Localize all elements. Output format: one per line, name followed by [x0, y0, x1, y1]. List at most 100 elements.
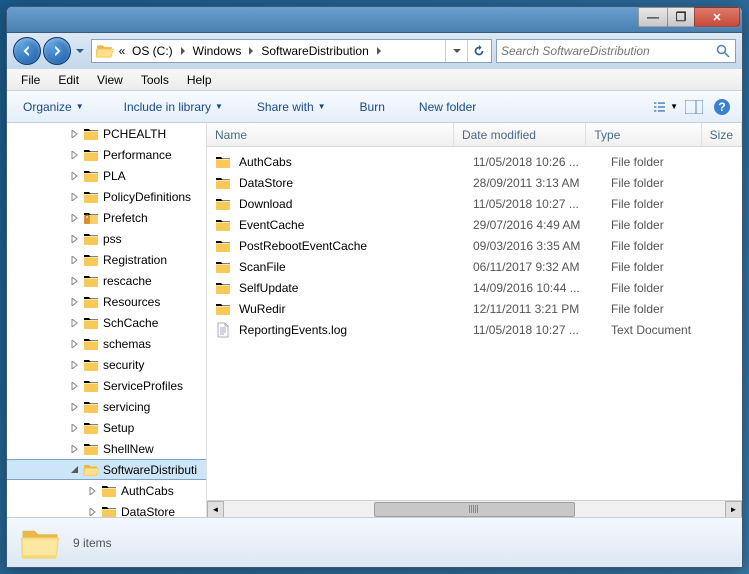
file-row[interactable]: Download11/05/2018 10:27 ...File folder: [207, 193, 742, 214]
file-row[interactable]: EventCache29/07/2016 4:49 AMFile folder: [207, 214, 742, 235]
folder-tree[interactable]: PCHEALTHPerformancePLAPolicyDefinitions P…: [7, 123, 207, 517]
address-bar[interactable]: « OS (C:) Windows SoftwareDistribution: [91, 39, 492, 63]
folder-icon: [83, 147, 99, 163]
tree-item[interactable]: servicing: [7, 396, 206, 417]
tree-item[interactable]: PCHEALTH: [7, 123, 206, 144]
file-row[interactable]: ScanFile06/11/2017 9:32 AMFile folder: [207, 256, 742, 277]
chevron-right-icon[interactable]: [373, 40, 385, 62]
expand-icon[interactable]: [69, 380, 81, 392]
expand-icon[interactable]: [69, 401, 81, 413]
maximize-button[interactable]: ❐: [667, 7, 695, 27]
refresh-button[interactable]: [467, 40, 489, 62]
burn-button[interactable]: Burn: [352, 96, 393, 118]
folder-icon: [83, 441, 99, 457]
breadcrumb-item[interactable]: SoftwareDistribution: [257, 40, 372, 62]
share-button[interactable]: Share with▼: [249, 96, 334, 118]
chevron-right-icon[interactable]: [245, 40, 257, 62]
expand-icon[interactable]: [69, 128, 81, 140]
expand-icon[interactable]: [69, 149, 81, 161]
file-row[interactable]: PostRebootEventCache09/03/2016 3:35 AMFi…: [207, 235, 742, 256]
tree-item[interactable]: PolicyDefinitions: [7, 186, 206, 207]
help-button[interactable]: ?: [710, 95, 734, 119]
expand-icon[interactable]: [69, 233, 81, 245]
breadcrumb-item[interactable]: Windows: [189, 40, 246, 62]
tree-item[interactable]: Prefetch: [7, 207, 206, 228]
expand-icon[interactable]: [69, 422, 81, 434]
menu-help[interactable]: Help: [179, 71, 220, 89]
menu-view[interactable]: View: [89, 71, 131, 89]
tree-item[interactable]: security: [7, 354, 206, 375]
chevron-right-icon[interactable]: [177, 40, 189, 62]
search-input[interactable]: [501, 44, 715, 58]
expand-icon[interactable]: [69, 191, 81, 203]
collapse-icon[interactable]: [69, 464, 81, 476]
menu-edit[interactable]: Edit: [50, 71, 87, 89]
tree-item[interactable]: DataStore: [7, 501, 206, 517]
file-row[interactable]: WuRedir12/11/2011 3:21 PMFile folder: [207, 298, 742, 319]
file-type: File folder: [611, 155, 731, 169]
column-type[interactable]: Type: [586, 123, 701, 146]
breadcrumb-prefix[interactable]: «: [116, 40, 128, 62]
menu-file[interactable]: File: [13, 71, 48, 89]
tree-item[interactable]: rescache: [7, 270, 206, 291]
folder-icon: [215, 238, 231, 254]
file-row[interactable]: DataStore28/09/2011 3:13 AMFile folder: [207, 172, 742, 193]
column-name[interactable]: Name: [207, 123, 454, 146]
file-type: File folder: [611, 218, 731, 232]
tree-item[interactable]: SchCache: [7, 312, 206, 333]
tree-item-label: SchCache: [103, 316, 158, 330]
breadcrumb-item[interactable]: OS (C:): [128, 40, 177, 62]
tree-item-label: ShellNew: [103, 442, 154, 456]
file-row[interactable]: SelfUpdate14/09/2016 10:44 ...File folde…: [207, 277, 742, 298]
organize-button[interactable]: Organize▼: [15, 96, 92, 118]
column-size[interactable]: Size: [702, 123, 742, 146]
include-library-button[interactable]: Include in library▼: [116, 96, 231, 118]
column-date[interactable]: Date modified: [454, 123, 586, 146]
tree-item[interactable]: ShellNew: [7, 438, 206, 459]
expand-icon[interactable]: [69, 170, 81, 182]
expand-icon[interactable]: [69, 359, 81, 371]
titlebar[interactable]: — ❐ ✕: [7, 7, 742, 33]
nav-history-dropdown[interactable]: [73, 37, 87, 65]
tree-item-label: security: [103, 358, 144, 372]
tree-item-label: Prefetch: [103, 211, 148, 225]
search-box[interactable]: [496, 39, 736, 63]
file-list[interactable]: AuthCabs11/05/2018 10:26 ...File folderD…: [207, 147, 742, 500]
scroll-thumb[interactable]: [374, 502, 574, 517]
minimize-button[interactable]: —: [638, 7, 668, 27]
file-row[interactable]: AuthCabs11/05/2018 10:26 ...File folder: [207, 151, 742, 172]
tree-item[interactable]: schemas: [7, 333, 206, 354]
address-dropdown[interactable]: [445, 40, 467, 62]
tree-item[interactable]: PLA: [7, 165, 206, 186]
expand-icon[interactable]: [87, 506, 99, 518]
scroll-track[interactable]: [224, 501, 725, 518]
tree-item[interactable]: Resources: [7, 291, 206, 312]
tree-item[interactable]: SoftwareDistributi: [7, 459, 206, 480]
tree-item[interactable]: Registration: [7, 249, 206, 270]
expand-icon[interactable]: [69, 317, 81, 329]
folder-icon: [215, 196, 231, 212]
tree-item[interactable]: Performance: [7, 144, 206, 165]
expand-icon[interactable]: [69, 338, 81, 350]
tree-item[interactable]: AuthCabs: [7, 480, 206, 501]
view-options-button[interactable]: ▼: [654, 95, 678, 119]
back-button[interactable]: [13, 37, 41, 65]
scroll-right-button[interactable]: ►: [725, 501, 742, 518]
close-button[interactable]: ✕: [694, 7, 740, 27]
forward-button[interactable]: [43, 37, 71, 65]
tree-item[interactable]: ServiceProfiles: [7, 375, 206, 396]
scroll-left-button[interactable]: ◄: [207, 501, 224, 518]
expand-icon[interactable]: [69, 275, 81, 287]
expand-icon[interactable]: [87, 485, 99, 497]
preview-pane-button[interactable]: [682, 95, 706, 119]
tree-item[interactable]: Setup: [7, 417, 206, 438]
tree-item[interactable]: pss: [7, 228, 206, 249]
file-row[interactable]: ReportingEvents.log11/05/2018 10:27 ...T…: [207, 319, 742, 340]
expand-icon[interactable]: [69, 212, 81, 224]
expand-icon[interactable]: [69, 443, 81, 455]
expand-icon[interactable]: [69, 254, 81, 266]
expand-icon[interactable]: [69, 296, 81, 308]
new-folder-button[interactable]: New folder: [411, 96, 484, 118]
menu-tools[interactable]: Tools: [133, 71, 177, 89]
horizontal-scrollbar[interactable]: ◄ ►: [207, 500, 742, 517]
